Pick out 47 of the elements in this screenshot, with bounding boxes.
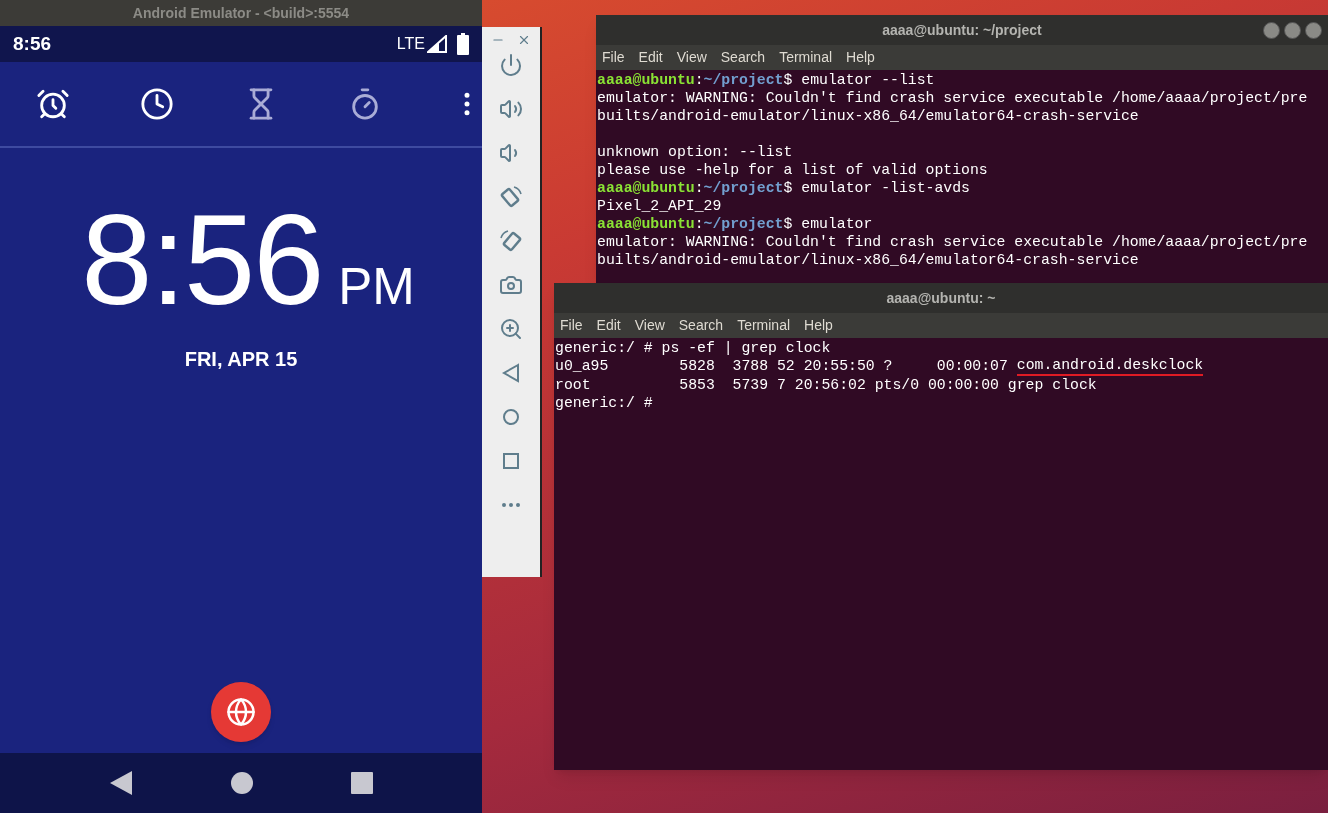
- clock-time: 8:56: [81, 196, 323, 324]
- output-line: unknown option: --list: [597, 143, 793, 161]
- menu-item[interactable]: File: [560, 315, 583, 336]
- menu-item[interactable]: Help: [804, 315, 833, 336]
- prompt-symbol: $: [783, 215, 793, 233]
- window-title: aaaa@ubuntu: ~: [886, 288, 996, 308]
- output-line: generic:/ #: [555, 394, 653, 412]
- menu-item[interactable]: File: [602, 47, 625, 68]
- prompt-user: aaaa@ubuntu: [597, 71, 695, 89]
- command-text: emulator --list: [800, 71, 935, 89]
- menu-item[interactable]: View: [676, 47, 707, 68]
- output-line: Pixel_2_API_29: [597, 197, 722, 215]
- window-title: Android Emulator - <build>:5554: [132, 3, 350, 23]
- prompt-separator: :: [694, 71, 704, 89]
- prompt-symbol: $: [783, 71, 793, 89]
- menu-item[interactable]: Edit: [596, 315, 621, 336]
- menu-item[interactable]: Help: [846, 47, 875, 68]
- output-line: u0_a95 5828 3788 52 20:55:50 ? 00:00:07: [555, 357, 1009, 376]
- output-line: please use -help for a list of valid options: [597, 161, 988, 179]
- status-time: 8:56: [13, 31, 52, 56]
- output-line: generic:/ # ps -ef | grep clock: [555, 339, 831, 357]
- output-line: emulator: WARNING: Couldn't find crash service executable /home/aaaa/project/pre: [597, 233, 1308, 251]
- clock-date: FRI, APR 15: [184, 347, 298, 372]
- menu-item[interactable]: Terminal: [779, 47, 833, 68]
- menu-item[interactable]: Search: [720, 47, 766, 68]
- prompt-separator: :: [694, 179, 704, 197]
- menu-item[interactable]: Edit: [638, 47, 663, 68]
- clock-period: PM: [338, 261, 415, 312]
- underlined-process-name: com.android.deskclock: [1016, 357, 1204, 376]
- window-title: aaaa@ubuntu: ~/project: [882, 20, 1042, 40]
- command-text: emulator: [800, 215, 873, 233]
- prompt-path: ~/project: [703, 71, 784, 89]
- menu-item[interactable]: Search: [678, 315, 724, 336]
- output-line: root 5853 5739 7 20:56:02 pts/0 00:00:00 grep clock: [555, 376, 1097, 394]
- menu-item[interactable]: View: [634, 315, 665, 336]
- output-line: builts/android-emulator/linux-x86_64/emulator64-crash-service: [597, 107, 1139, 125]
- menu-item[interactable]: Terminal: [737, 315, 791, 336]
- prompt-path: ~/project: [703, 179, 784, 197]
- prompt-user: aaaa@ubuntu: [597, 179, 695, 197]
- network-type: LTE: [396, 34, 425, 54]
- prompt-path: ~/project: [703, 215, 784, 233]
- output-line: builts/android-emulator/linux-x86_64/emulator64-crash-service: [597, 251, 1139, 269]
- prompt-user: aaaa@ubuntu: [597, 215, 695, 233]
- output-line: emulator: WARNING: Couldn't find crash service executable /home/aaaa/project/pre: [597, 89, 1308, 107]
- prompt-separator: :: [694, 215, 704, 233]
- prompt-symbol: $: [783, 179, 793, 197]
- command-text: emulator -list-avds: [800, 179, 970, 197]
